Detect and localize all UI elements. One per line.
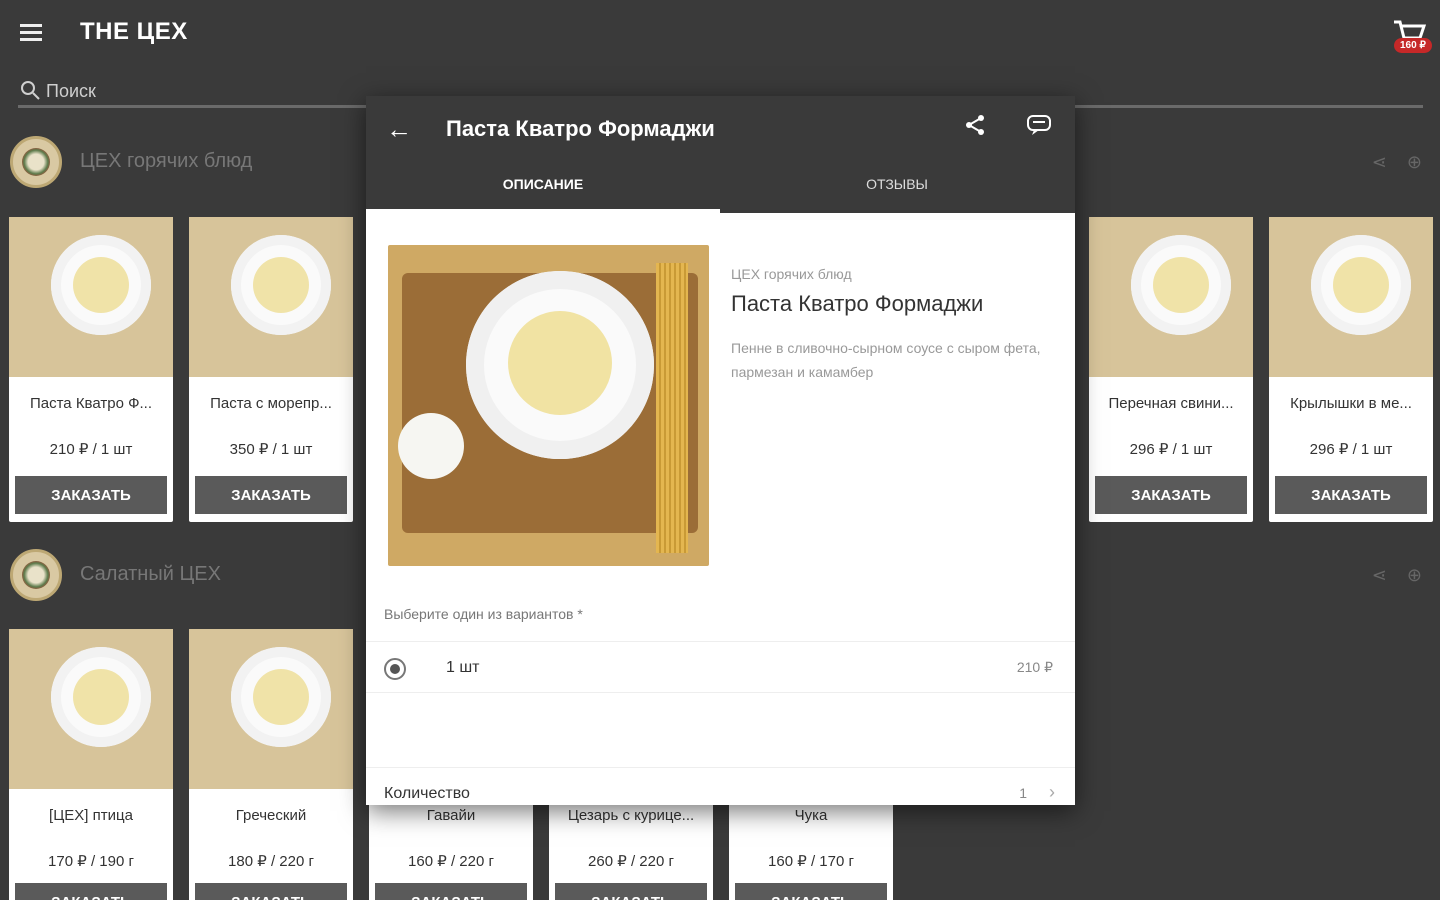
dish-name: Паста Кватро Формаджи xyxy=(731,291,984,316)
quantity-row[interactable]: Количество 1 › xyxy=(366,767,1075,805)
share-icon[interactable]: ⋖ xyxy=(1372,152,1387,172)
category-avatar xyxy=(10,549,62,601)
menu-icon[interactable] xyxy=(20,24,44,42)
order-button[interactable]: ЗАКАЗАТЬ xyxy=(735,883,887,900)
order-button[interactable]: ЗАКАЗАТЬ xyxy=(555,883,707,900)
category-actions[interactable]: ⋖ ⊕ xyxy=(1372,565,1422,586)
dish-image xyxy=(9,217,173,377)
dish-image xyxy=(1089,217,1253,377)
dish-image xyxy=(9,629,173,789)
dish-name: Паста с морепр... xyxy=(210,395,332,412)
dish-detail-dialog: ← Паста Кватро Формаджи ОПИСАНИЕ ОТЗЫВЫ … xyxy=(366,96,1075,805)
dish-category: ЦЕХ горячих блюд xyxy=(731,266,852,282)
dish-card[interactable]: Паста с морепр... 350 ₽ / 1 шт ЗАКАЗАТЬ xyxy=(189,217,353,522)
info-icon[interactable]: ⊕ xyxy=(1407,565,1422,585)
dish-price: 210 ₽ / 1 шт xyxy=(49,441,133,458)
dish-name: Гавайи xyxy=(426,807,476,824)
order-button[interactable]: ЗАКАЗАТЬ xyxy=(195,883,347,900)
options-label: Выберите один из вариантов * xyxy=(384,606,583,622)
active-tab-indicator xyxy=(366,209,720,213)
dish-image xyxy=(189,217,353,377)
back-arrow-icon[interactable]: ← xyxy=(386,114,412,145)
dish-name: [ЦЕХ] птица xyxy=(49,807,133,824)
search-input[interactable]: Поиск xyxy=(46,81,96,102)
share-icon[interactable]: ⋖ xyxy=(1372,565,1387,585)
search-icon xyxy=(21,81,40,100)
dish-price: 296 ₽ / 1 шт xyxy=(1129,441,1213,458)
dish-price: 296 ₽ / 1 шт xyxy=(1309,441,1393,458)
order-button[interactable]: ЗАКАЗАТЬ xyxy=(15,883,167,900)
dish-description: Пенне в сливочно-сырном соусе с сыром фе… xyxy=(731,340,1041,380)
option-row[interactable]: 1 шт 210 ₽ xyxy=(366,641,1075,693)
dish-price: 160 ₽ / 220 г xyxy=(408,853,494,870)
order-button[interactable]: ЗАКАЗАТЬ xyxy=(375,883,527,900)
comment-icon[interactable] xyxy=(1026,114,1052,142)
dish-card[interactable]: Паста Кватро Ф... 210 ₽ / 1 шт ЗАКАЗАТЬ xyxy=(9,217,173,522)
category-avatar xyxy=(10,136,62,188)
category-actions[interactable]: ⋖ ⊕ xyxy=(1372,152,1422,173)
dish-photo xyxy=(388,245,709,566)
dish-card[interactable]: Греческий 180 ₽ / 220 г ЗАКАЗАТЬ xyxy=(189,629,353,900)
dish-name: Цезарь с курице... xyxy=(567,807,695,824)
dish-image xyxy=(189,629,353,789)
order-button[interactable]: ЗАКАЗАТЬ xyxy=(15,476,167,514)
order-button[interactable]: ЗАКАЗАТЬ xyxy=(1275,476,1427,514)
dish-card[interactable]: Перечная свини... 296 ₽ / 1 шт ЗАКАЗАТЬ xyxy=(1089,217,1253,522)
category-title: ЦЕХ горячих блюд xyxy=(80,150,253,172)
tab-reviews[interactable]: ОТЗЫВЫ xyxy=(720,176,1074,192)
tab-description[interactable]: ОПИСАНИЕ xyxy=(366,176,720,192)
quantity-value: 1 xyxy=(1019,785,1027,801)
cart-total-badge: 160 ₽ xyxy=(1394,38,1432,53)
cart-button[interactable]: 160 ₽ xyxy=(1392,20,1432,56)
quantity-label: Количество xyxy=(384,785,470,802)
category-title: Салатный ЦЕХ xyxy=(80,563,221,585)
option-name: 1 шт xyxy=(446,659,480,676)
dish-price: 180 ₽ / 220 г xyxy=(228,853,314,870)
info-icon[interactable]: ⊕ xyxy=(1407,152,1422,172)
dish-price: 160 ₽ / 170 г xyxy=(768,853,854,870)
chevron-right-icon[interactable]: › xyxy=(1049,782,1055,803)
dish-price: 260 ₽ / 220 г xyxy=(588,853,674,870)
dish-price: 170 ₽ / 190 г xyxy=(48,853,134,870)
dish-name: Крылышки в ме... xyxy=(1290,395,1412,412)
dialog-title: Паста Кватро Формаджи xyxy=(446,116,715,141)
dish-name: Греческий xyxy=(235,807,307,824)
option-radio[interactable] xyxy=(384,658,406,680)
order-button[interactable]: ЗАКАЗАТЬ xyxy=(195,476,347,514)
share-icon[interactable] xyxy=(964,114,986,142)
dish-name: Паста Кватро Ф... xyxy=(29,395,152,412)
app-title: THE ЦЕХ xyxy=(80,18,188,45)
dish-card[interactable]: [ЦЕХ] птица 170 ₽ / 190 г ЗАКАЗАТЬ xyxy=(9,629,173,900)
dish-image xyxy=(1269,217,1433,377)
dish-price: 350 ₽ / 1 шт xyxy=(229,441,313,458)
order-button[interactable]: ЗАКАЗАТЬ xyxy=(1095,476,1247,514)
dish-card[interactable]: Крылышки в ме... 296 ₽ / 1 шт ЗАКАЗАТЬ xyxy=(1269,217,1433,522)
dish-name: Перечная свини... xyxy=(1108,395,1234,412)
option-price: 210 ₽ xyxy=(1016,659,1053,675)
dish-name: Чука xyxy=(794,807,828,824)
dialog-header: ← Паста Кватро Формаджи ОПИСАНИЕ ОТЗЫВЫ xyxy=(366,96,1075,213)
